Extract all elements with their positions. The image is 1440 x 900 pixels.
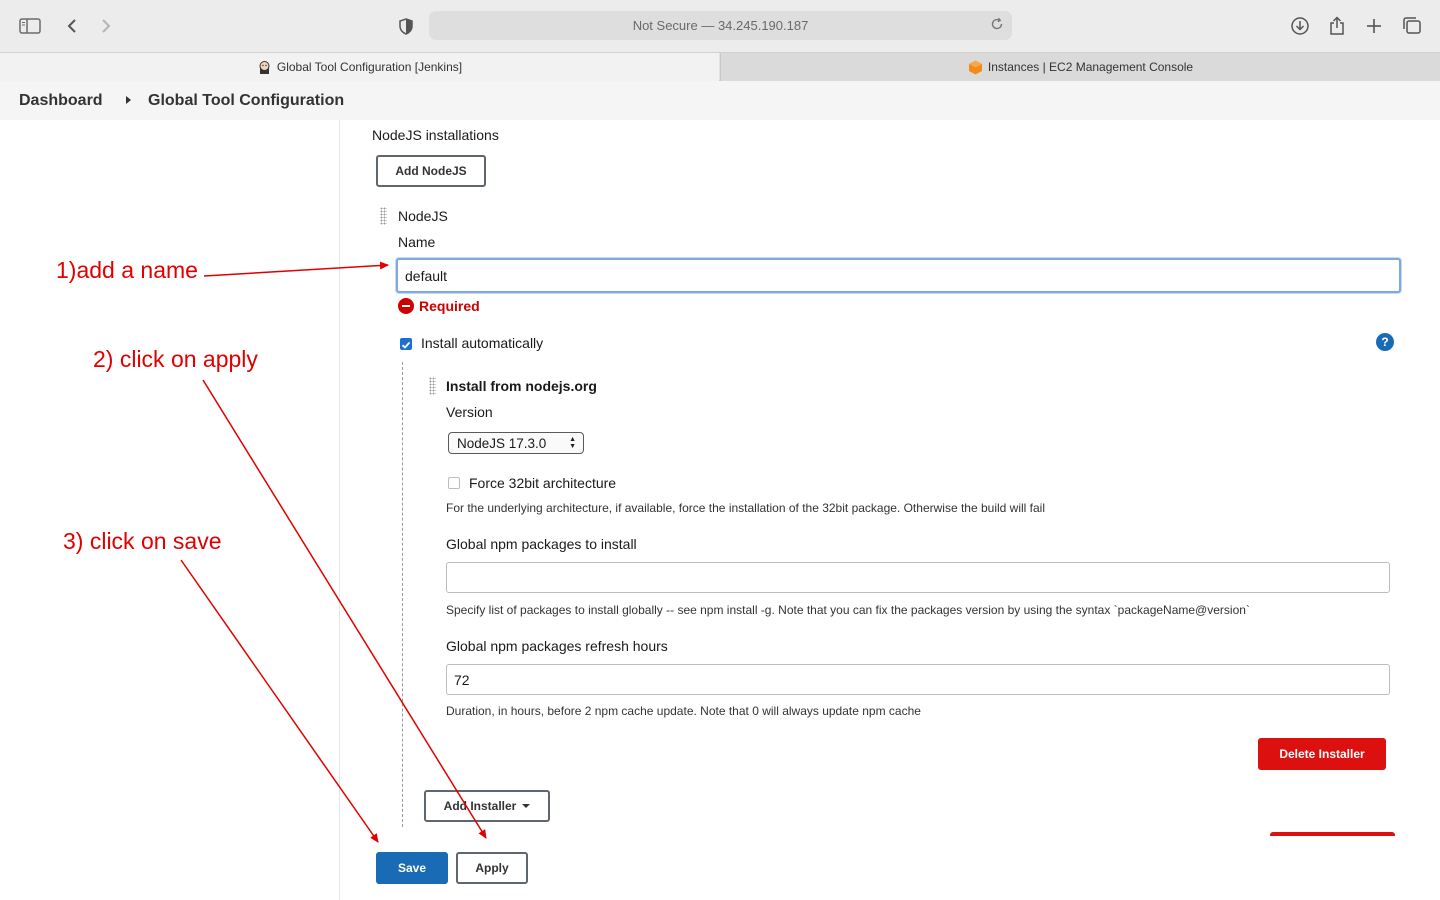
arrow-to-name-input: [203, 261, 389, 277]
arrow-to-apply: [202, 379, 487, 839]
arrow-to-save: [180, 559, 379, 843]
annotation-arrows: [180, 261, 487, 843]
